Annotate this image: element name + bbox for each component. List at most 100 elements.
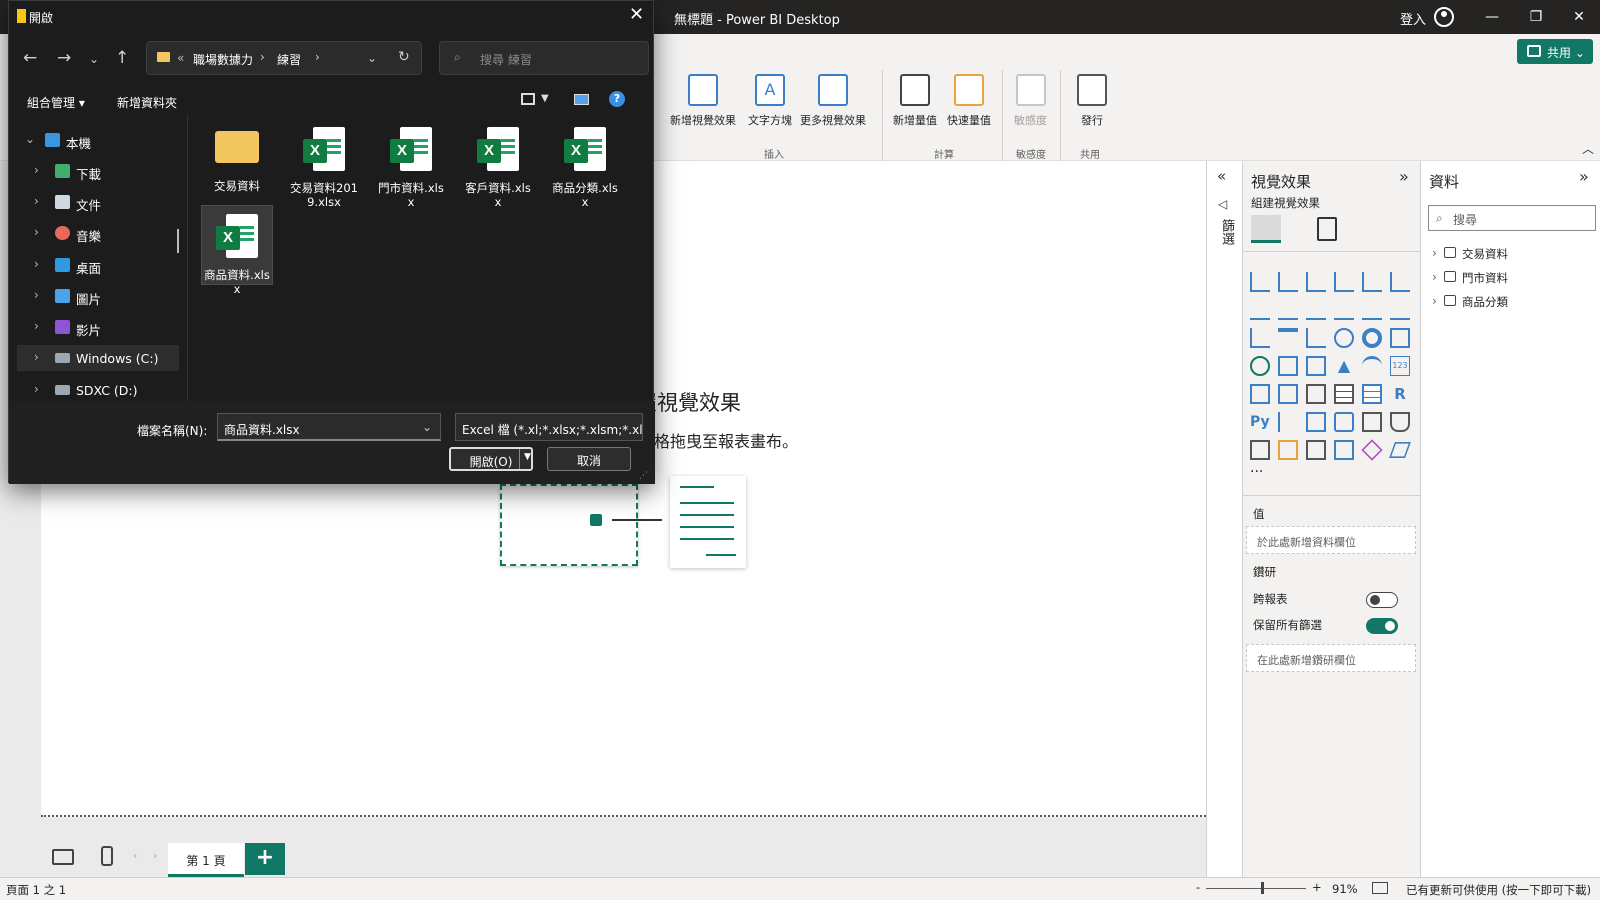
filename-input[interactable]: 商品資料.xlsx ⌄: [217, 413, 441, 441]
sidebar-item-desktop[interactable]: › 桌面: [17, 252, 179, 278]
filters-label[interactable]: 篩選: [1217, 219, 1236, 245]
cancel-button[interactable]: 取消: [547, 447, 631, 471]
card-icon[interactable]: 123: [1390, 356, 1410, 376]
paginated-report-icon[interactable]: [1250, 440, 1270, 460]
collapse-viz-icon[interactable]: »: [1399, 167, 1409, 186]
key-influencers-icon[interactable]: [1278, 412, 1298, 432]
zoom-level[interactable]: 91%: [1332, 882, 1358, 896]
new-visual-button[interactable]: 新增視覺效果: [670, 74, 736, 128]
sidebar-item-sdxc-d[interactable]: › SDXC (D:): [17, 377, 179, 401]
page-tab-1[interactable]: 第 1 頁: [168, 843, 244, 877]
sidebar-item-windows-c[interactable]: › Windows (C:): [17, 345, 179, 371]
file-item-excel-selected[interactable]: X 商品資料.xlsx: [201, 205, 273, 296]
address-dropdown-icon[interactable]: ⌄: [367, 51, 377, 65]
file-item-excel[interactable]: X 門市資料.xlsx: [375, 127, 447, 209]
file-item-excel[interactable]: X 商品分類.xlsx: [549, 127, 621, 209]
refresh-icon[interactable]: ↻: [398, 49, 410, 65]
chevron-down-icon[interactable]: ⌄: [25, 132, 35, 146]
breadcrumb-item[interactable]: 練習: [277, 51, 301, 68]
open-button[interactable]: 開啟(O) ▼: [449, 447, 533, 471]
filled-map-icon[interactable]: [1278, 356, 1298, 376]
area-chart-icon[interactable]: [1278, 300, 1298, 320]
text-box-button[interactable]: A 文字方塊: [748, 74, 792, 128]
python-visual-icon[interactable]: Py: [1250, 412, 1270, 432]
chevron-right-icon[interactable]: ›: [34, 225, 39, 239]
arcgis-icon[interactable]: [1334, 440, 1354, 460]
qa-icon[interactable]: [1334, 412, 1354, 432]
collapse-ribbon-icon[interactable]: ︿: [1582, 140, 1594, 157]
forward-icon[interactable]: →: [57, 48, 71, 68]
breadcrumb-overflow[interactable]: «: [177, 51, 184, 65]
minimize-icon[interactable]: —: [1482, 8, 1502, 26]
zoom-out-button[interactable]: -: [1196, 880, 1200, 894]
mobile-layout-icon[interactable]: [101, 846, 113, 866]
more-visuals-ellipsis[interactable]: ···: [1250, 464, 1263, 480]
address-bar[interactable]: « 職場數據力 › 練習 › ⌄ ↻: [146, 41, 422, 75]
dialog-search-input[interactable]: ⌕ 搜尋 練習: [439, 41, 649, 75]
100-stacked-bar-icon[interactable]: [1362, 272, 1382, 292]
sidebar-scrollbar[interactable]: [177, 229, 179, 253]
table-item[interactable]: › 門市資料: [1432, 270, 1508, 286]
pie-chart-icon[interactable]: [1334, 328, 1354, 348]
shape-map-icon[interactable]: [1306, 356, 1326, 376]
back-icon[interactable]: ←: [23, 48, 37, 68]
chevron-right-icon[interactable]: ›: [34, 194, 39, 208]
sidebar-item-pictures[interactable]: › 圖片: [17, 283, 179, 309]
table-item[interactable]: › 商品分類: [1432, 294, 1508, 310]
restore-icon[interactable]: ❐: [1526, 8, 1546, 26]
resize-grip-icon[interactable]: ⋰: [639, 471, 648, 481]
update-message[interactable]: 已有更新可供使用 (按一下即可下載): [1406, 882, 1591, 898]
ribbon-chart-icon[interactable]: [1390, 300, 1410, 320]
signin-link[interactable]: 登入: [1400, 9, 1426, 28]
data-search-input[interactable]: ⌕ 搜尋: [1428, 205, 1596, 231]
chevron-right-icon[interactable]: ›: [34, 288, 39, 302]
line-chart-icon[interactable]: [1250, 300, 1270, 320]
chevron-right-icon[interactable]: ›: [34, 163, 39, 177]
recent-locations-icon[interactable]: ⌄: [89, 52, 99, 66]
slicer-icon[interactable]: [1306, 384, 1326, 404]
drillthrough-well[interactable]: 在此處新增鑽研欄位: [1246, 644, 1416, 672]
publish-button[interactable]: 發行: [1077, 74, 1107, 128]
chevron-down-icon[interactable]: ⌄: [422, 420, 432, 434]
clustered-column-chart-icon[interactable]: [1334, 272, 1354, 292]
stacked-column-chart-icon[interactable]: [1278, 272, 1298, 292]
organize-menu[interactable]: 組合管理 ▾: [27, 94, 85, 111]
zoom-in-button[interactable]: +: [1312, 880, 1322, 894]
decomposition-tree-icon[interactable]: [1306, 412, 1326, 432]
power-automate-icon[interactable]: [1306, 440, 1326, 460]
stacked-area-chart-icon[interactable]: [1306, 300, 1326, 320]
file-item-excel[interactable]: X 交易資料2019.xlsx: [288, 127, 360, 209]
sensitivity-button[interactable]: 敏感度: [1014, 74, 1047, 128]
file-item-folder[interactable]: 交易資料: [201, 127, 273, 193]
format-visual-tab-icon[interactable]: [1317, 217, 1337, 241]
file-item-excel[interactable]: X 客戶資料.xlsx: [462, 127, 534, 209]
next-page-icon[interactable]: ›: [153, 849, 157, 862]
clustered-bar-chart-icon[interactable]: [1306, 272, 1326, 292]
matrix-icon[interactable]: [1362, 384, 1382, 404]
stacked-bar-chart-icon[interactable]: [1250, 272, 1270, 292]
map-icon[interactable]: [1250, 356, 1270, 376]
power-apps-icon[interactable]: [1278, 440, 1298, 460]
sidebar-item-downloads[interactable]: › 下載: [17, 158, 179, 184]
line-column-chart-icon[interactable]: [1334, 300, 1354, 320]
close-icon[interactable]: ✕: [1569, 8, 1589, 26]
sidebar-item-music[interactable]: › 音樂: [17, 220, 179, 246]
cross-report-toggle[interactable]: [1366, 592, 1398, 608]
open-dropdown-icon[interactable]: ▼: [519, 449, 531, 469]
chevron-right-icon[interactable]: ›: [1432, 294, 1437, 308]
collapse-data-icon[interactable]: »: [1579, 167, 1589, 186]
zoom-slider-thumb[interactable]: [1261, 882, 1264, 894]
waterfall-chart-icon[interactable]: [1250, 328, 1270, 348]
expand-filters-icon[interactable]: «: [1217, 167, 1226, 185]
r-visual-icon[interactable]: R: [1390, 384, 1410, 404]
table-icon[interactable]: [1334, 384, 1354, 404]
metrics-icon[interactable]: [1390, 412, 1410, 432]
chevron-right-icon[interactable]: ›: [34, 257, 39, 271]
keep-filters-toggle[interactable]: [1366, 618, 1398, 634]
line-clustered-column-icon[interactable]: [1362, 300, 1382, 320]
100-stacked-column-icon[interactable]: [1390, 272, 1410, 292]
preview-pane-icon[interactable]: [574, 94, 589, 105]
chevron-right-icon[interactable]: ›: [34, 319, 39, 333]
help-icon[interactable]: ?: [609, 91, 625, 107]
donut-chart-icon[interactable]: [1362, 328, 1382, 348]
